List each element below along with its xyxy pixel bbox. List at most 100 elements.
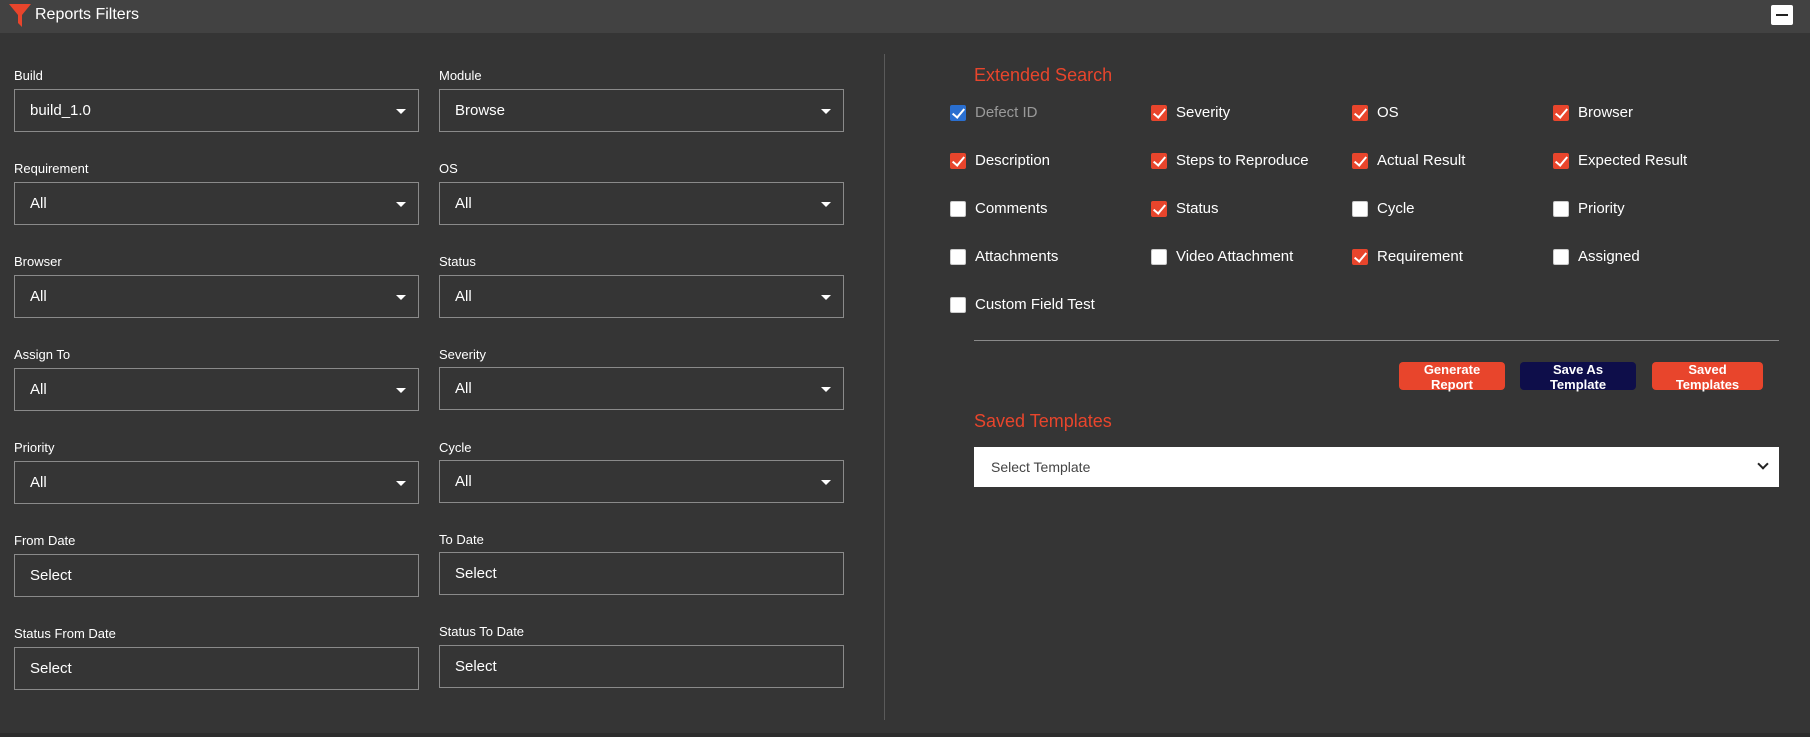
collapse-button[interactable]: [1771, 5, 1793, 25]
template-select[interactable]: Select Template: [974, 447, 1779, 487]
to-date-value: Select: [455, 565, 497, 582]
checkbox-label: Attachments: [975, 248, 1059, 265]
status-value: All: [455, 288, 472, 305]
checkbox-os[interactable]: OS: [1352, 104, 1399, 121]
caret-down-icon: [821, 202, 831, 207]
assign-to-label: Assign To: [14, 347, 71, 362]
checkbox-label: Status: [1176, 200, 1219, 217]
checkbox-checked-icon[interactable]: [1352, 152, 1368, 169]
cycle-value: All: [455, 473, 472, 490]
checkbox-video-attachment[interactable]: Video Attachment: [1151, 248, 1293, 265]
checkbox-status[interactable]: Status: [1151, 200, 1219, 217]
checkbox-custom-field-test[interactable]: Custom Field Test: [950, 296, 1095, 313]
browser-select[interactable]: All: [14, 275, 419, 318]
checkbox-assigned[interactable]: Assigned: [1553, 248, 1640, 265]
module-label: Module: [439, 68, 482, 83]
bottom-border: [0, 733, 1810, 737]
severity-label: Severity: [439, 347, 486, 362]
checkbox-severity[interactable]: Severity: [1151, 104, 1230, 121]
build-select[interactable]: build_1.0: [14, 89, 419, 132]
requirement-select[interactable]: All: [14, 182, 419, 225]
checkbox-checked-icon[interactable]: [1352, 104, 1368, 121]
from-date-label: From Date: [14, 533, 76, 548]
checkbox-expected-result[interactable]: Expected Result: [1553, 152, 1687, 169]
column-divider: [884, 54, 885, 720]
assign-to-select[interactable]: All: [14, 368, 419, 411]
funnel-icon: [9, 4, 31, 27]
checkbox-unchecked-icon[interactable]: [950, 248, 966, 265]
checkbox-checked-icon[interactable]: [1151, 152, 1167, 169]
severity-value: All: [455, 380, 472, 397]
checkbox-label: Requirement: [1377, 248, 1463, 265]
checkbox-attachments[interactable]: Attachments: [950, 248, 1058, 265]
checkbox-requirement[interactable]: Requirement: [1352, 248, 1463, 265]
caret-down-icon: [396, 388, 406, 393]
to-date-label: To Date: [439, 532, 484, 547]
checkbox-unchecked-icon[interactable]: [1553, 200, 1569, 217]
caret-down-icon: [821, 387, 831, 392]
checkbox-label: Defect ID: [975, 104, 1038, 121]
severity-select[interactable]: All: [439, 367, 844, 410]
checkbox-unchecked-icon[interactable]: [1352, 200, 1368, 217]
checkbox-description[interactable]: Description: [950, 152, 1050, 169]
checkbox-unchecked-icon[interactable]: [1151, 248, 1167, 265]
section-divider: [974, 340, 1779, 341]
checkbox-steps-to-reproduce[interactable]: Steps to Reproduce: [1151, 152, 1309, 169]
checkbox-label: Cycle: [1377, 200, 1415, 217]
to-date-input[interactable]: Select: [439, 552, 844, 595]
status-to-date-input[interactable]: Select: [439, 645, 844, 688]
caret-down-icon: [821, 480, 831, 485]
panel-title: Reports Filters: [35, 6, 140, 23]
checkbox-priority[interactable]: Priority: [1553, 200, 1625, 217]
caret-down-icon: [821, 295, 831, 300]
checkbox-browser[interactable]: Browser: [1553, 104, 1633, 121]
cycle-label: Cycle: [439, 440, 472, 455]
checkbox-label: Expected Result: [1578, 152, 1688, 169]
status-label: Status: [439, 254, 476, 269]
template-placeholder: Select Template: [991, 459, 1091, 475]
caret-down-icon: [821, 109, 831, 114]
checkbox-comments[interactable]: Comments: [950, 200, 1048, 217]
status-from-date-input[interactable]: Select: [14, 647, 419, 690]
os-value: All: [455, 195, 472, 212]
status-to-date-label: Status To Date: [439, 624, 525, 639]
module-select[interactable]: Browse: [439, 89, 844, 132]
save-as-template-button[interactable]: Save As Template: [1520, 362, 1636, 392]
saved-templates-button[interactable]: Saved Templates: [1652, 362, 1763, 392]
requirement-value: All: [30, 195, 47, 212]
checkbox-label: Video Attachment: [1176, 248, 1294, 265]
from-date-input[interactable]: Select: [14, 554, 419, 597]
os-select[interactable]: All: [439, 182, 844, 225]
assign-to-value: All: [30, 381, 47, 398]
status-select[interactable]: All: [439, 275, 844, 318]
priority-select[interactable]: All: [14, 461, 419, 504]
checkbox-label: Assigned: [1578, 248, 1640, 265]
checkbox-checked-icon[interactable]: [1553, 104, 1569, 121]
os-label: OS: [439, 161, 458, 176]
caret-down-icon: [396, 109, 406, 114]
checkbox-label: Comments: [975, 200, 1048, 217]
checkbox-unchecked-icon[interactable]: [950, 200, 966, 217]
generate-report-button[interactable]: Generate Report: [1399, 362, 1505, 392]
checkbox-label: Severity: [1176, 104, 1231, 121]
checkbox-checked-icon[interactable]: [1352, 248, 1368, 265]
checkbox-unchecked-icon[interactable]: [1553, 248, 1569, 265]
checkbox-checked-icon[interactable]: [950, 152, 966, 169]
checkbox-checked-icon[interactable]: [1151, 200, 1167, 217]
checkbox-label: Steps to Reproduce: [1176, 152, 1309, 169]
panel-header: Reports Filters: [0, 0, 1810, 33]
build-label: Build: [14, 68, 43, 83]
checkbox-checked-icon[interactable]: [1553, 152, 1569, 169]
checkbox-label: Browser: [1578, 104, 1634, 121]
checkbox-cycle[interactable]: Cycle: [1352, 200, 1415, 217]
checkbox-checked-icon[interactable]: [1151, 104, 1167, 121]
checkbox-actual-result[interactable]: Actual Result: [1352, 152, 1465, 169]
status-to-date-value: Select: [455, 658, 497, 675]
checkbox-label: Actual Result: [1377, 152, 1466, 169]
checkbox-unchecked-icon[interactable]: [950, 296, 966, 313]
module-value: Browse: [455, 102, 506, 119]
caret-down-icon: [396, 202, 406, 207]
reports-filters-panel: Reports Filters Build build_1.0 Module B…: [0, 0, 1810, 737]
caret-down-icon: [396, 481, 406, 486]
cycle-select[interactable]: All: [439, 460, 844, 503]
